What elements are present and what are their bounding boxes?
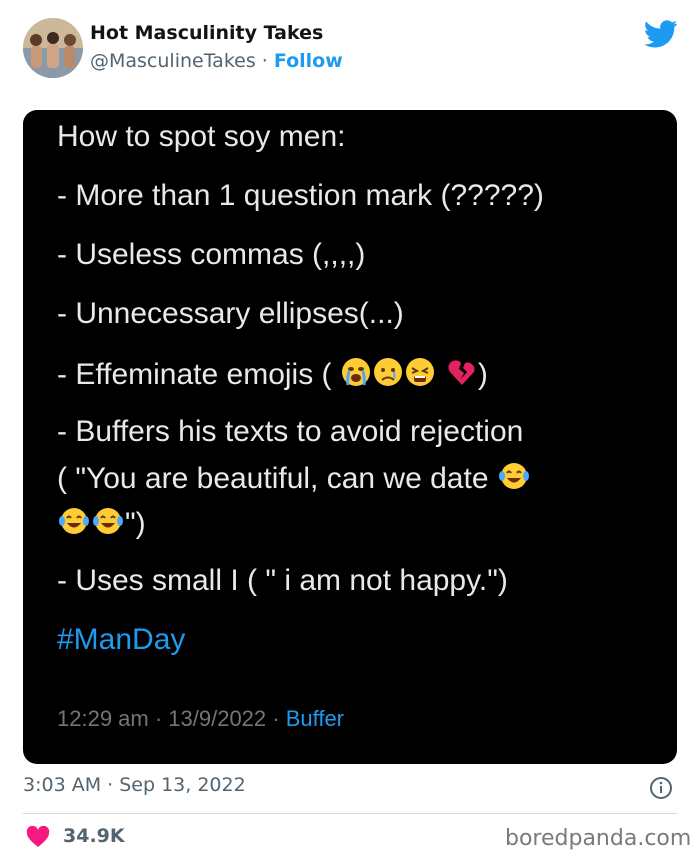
broken-heart-icon xyxy=(446,356,478,396)
card-meta-time: 12:29 am · 13/9/2022 · xyxy=(57,706,286,731)
card-meta: 12:29 am · 13/9/2022 · Buffer xyxy=(57,706,344,732)
handle-separator: · xyxy=(255,50,274,72)
heart-icon[interactable] xyxy=(26,826,50,848)
card-line-ellipses: - Unnecessary ellipses(...) xyxy=(57,297,404,330)
tears-of-joy-icon xyxy=(91,505,125,545)
twitter-bird-icon[interactable] xyxy=(644,20,678,48)
info-icon[interactable] xyxy=(649,776,673,800)
follow-button[interactable]: Follow xyxy=(274,50,343,72)
card-line-emoji-end: ") xyxy=(57,505,146,545)
card-line-small-i: - Uses small I ( " i am not happy.") xyxy=(57,564,508,597)
crying-face-icon xyxy=(340,356,372,396)
card-line-buffers: - Buffers his texts to avoid rejection xyxy=(57,415,524,448)
avatar[interactable] xyxy=(23,18,83,78)
card-line-commas: - Useless commas (,,,,) xyxy=(57,238,366,271)
weary-face-icon xyxy=(404,356,436,396)
tweet-timestamp[interactable]: 3:03 AM · Sep 13, 2022 xyxy=(23,774,246,796)
sad-face-icon xyxy=(372,356,404,396)
tears-of-joy-icon xyxy=(497,460,531,500)
user-handle[interactable]: @MasculineTakes xyxy=(90,50,256,72)
hashtag-link[interactable]: #ManDay xyxy=(57,623,185,657)
card-line-emojis-end: ) xyxy=(477,357,488,391)
handle-row: @MasculineTakes · Follow xyxy=(90,50,343,72)
embedded-screenshot: How to spot soy men: - More than 1 quest… xyxy=(23,110,677,764)
card-title: How to spot soy men: xyxy=(57,120,346,153)
card-line-quote-end: ") xyxy=(125,506,146,540)
display-name[interactable]: Hot Masculinity Takes xyxy=(90,22,323,44)
card-line-emojis-text: - Effeminate emojis ( xyxy=(57,357,340,391)
card-line-emojis: - Effeminate emojis ( ) xyxy=(57,356,488,396)
card-line-beautiful-text: ( "You are beautiful, can we date xyxy=(57,461,497,495)
card-line-question-mark: - More than 1 question mark (?????) xyxy=(57,179,544,212)
card-meta-source[interactable]: Buffer xyxy=(286,706,344,731)
watermark: boredpanda.com xyxy=(505,826,692,851)
card-line-beautiful: ( "You are beautiful, can we date xyxy=(57,460,531,500)
tears-of-joy-icon xyxy=(57,505,91,545)
tweet-header: Hot Masculinity Takes @MasculineTakes · … xyxy=(0,0,700,96)
like-count[interactable]: 34.9K xyxy=(63,825,125,847)
divider xyxy=(23,813,677,814)
avatar-image xyxy=(23,18,83,78)
